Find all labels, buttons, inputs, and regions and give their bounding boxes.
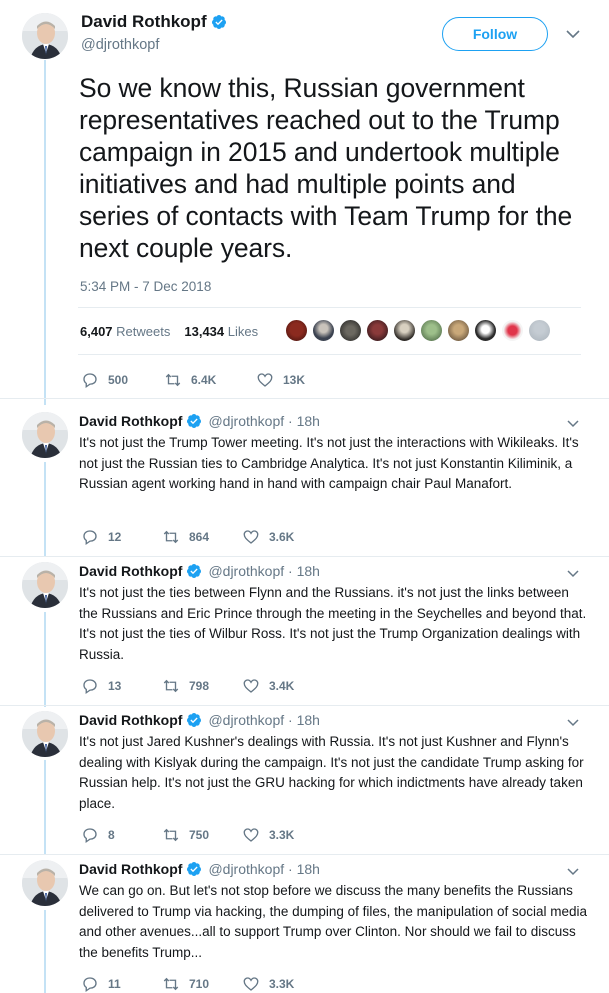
liker-avatar[interactable] bbox=[285, 319, 308, 342]
tweet-text: It's not just Jared Kushner's dealings w… bbox=[79, 734, 584, 811]
reply-icon bbox=[83, 977, 97, 993]
reply-button[interactable]: 8 bbox=[81, 826, 162, 844]
retweet-button[interactable]: 6.4K bbox=[164, 371, 256, 389]
liked-by-avatars bbox=[285, 319, 551, 342]
verified-badge-icon bbox=[187, 713, 202, 727]
reply-header: David Rothkopf @djrothkopf · 18h bbox=[79, 861, 320, 877]
chevron-down-icon[interactable] bbox=[566, 867, 580, 877]
like-icon bbox=[243, 530, 259, 544]
retweet-button[interactable]: 750 bbox=[162, 826, 242, 844]
liker-avatar[interactable] bbox=[501, 319, 524, 342]
reply-header: David Rothkopf @djrothkopf · 18h bbox=[79, 413, 320, 429]
reply-button[interactable]: 11 bbox=[81, 975, 162, 993]
reply-icon bbox=[83, 679, 97, 695]
reply-header: David Rothkopf @djrothkopf · 18h bbox=[79, 712, 320, 728]
retweets-stat[interactable]: 6,407 Retweets bbox=[80, 324, 170, 339]
tweet-actions: 12 864 3.6K bbox=[81, 528, 294, 546]
reply-icon bbox=[83, 373, 97, 389]
reply-button[interactable]: 13 bbox=[81, 677, 162, 695]
author-handle-time[interactable]: @djrothkopf · 18h bbox=[208, 563, 320, 579]
tweet-timestamp[interactable]: 5:34 PM - 7 Dec 2018 bbox=[80, 279, 211, 294]
like-button[interactable]: 3.3K bbox=[242, 975, 294, 993]
thread-line bbox=[44, 60, 46, 405]
verified-badge-icon bbox=[187, 564, 202, 578]
author-name[interactable]: David Rothkopf bbox=[79, 413, 182, 429]
author-name[interactable]: David Rothkopf bbox=[79, 861, 182, 877]
like-icon bbox=[243, 828, 259, 842]
tweet-actions: 11 710 3.3K bbox=[81, 975, 294, 993]
like-icon bbox=[257, 373, 273, 387]
verified-badge-icon bbox=[211, 15, 226, 29]
avatar[interactable] bbox=[22, 562, 68, 608]
verified-badge-icon bbox=[187, 414, 202, 428]
author-name[interactable]: David Rothkopf bbox=[79, 712, 182, 728]
liker-avatar[interactable] bbox=[312, 319, 335, 342]
thread-line bbox=[44, 462, 46, 557]
thread-line bbox=[44, 910, 46, 993]
chevron-down-icon[interactable] bbox=[566, 419, 580, 429]
reply-icon bbox=[83, 530, 97, 546]
liker-avatar[interactable] bbox=[393, 319, 416, 342]
tweet-text: It's not just the ties between Flynn and… bbox=[79, 585, 587, 662]
divider bbox=[0, 398, 609, 399]
retweet-icon bbox=[163, 977, 179, 991]
retweet-button[interactable]: 798 bbox=[162, 677, 242, 695]
divider bbox=[78, 354, 581, 355]
reply-header: David Rothkopf @djrothkopf · 18h bbox=[79, 563, 320, 579]
retweet-button[interactable]: 864 bbox=[162, 528, 242, 546]
tweet-actions: 13 798 3.4K bbox=[81, 677, 294, 695]
retweet-button[interactable]: 710 bbox=[162, 975, 242, 993]
reply-icon bbox=[83, 828, 97, 844]
liker-avatar[interactable] bbox=[447, 319, 470, 342]
chevron-down-icon[interactable] bbox=[566, 569, 580, 579]
author-handle-time[interactable]: @djrothkopf · 18h bbox=[208, 712, 320, 728]
retweet-icon bbox=[163, 828, 179, 842]
thread-line bbox=[44, 760, 46, 855]
like-button[interactable]: 13K bbox=[256, 371, 305, 389]
author-handle[interactable]: @djrothkopf bbox=[81, 37, 159, 53]
like-icon bbox=[243, 679, 259, 693]
liker-avatar[interactable] bbox=[339, 319, 362, 342]
avatar[interactable] bbox=[22, 860, 68, 906]
divider bbox=[0, 705, 609, 706]
liker-avatar[interactable] bbox=[474, 319, 497, 342]
author-handle-time[interactable]: @djrothkopf · 18h bbox=[208, 861, 320, 877]
retweet-icon bbox=[163, 530, 179, 544]
author-name[interactable]: David Rothkopf bbox=[79, 563, 182, 579]
avatar[interactable] bbox=[22, 711, 68, 757]
reply-button[interactable]: 12 bbox=[81, 528, 162, 546]
like-button[interactable]: 3.3K bbox=[242, 826, 294, 844]
tweet-text: We can go on. But let's not stop before … bbox=[79, 883, 588, 960]
like-button[interactable]: 3.6K bbox=[242, 528, 294, 546]
reply-button[interactable]: 500 bbox=[81, 371, 164, 389]
tweet-stats: 6,407 Retweets 13,434 Likes bbox=[80, 324, 258, 339]
like-icon bbox=[243, 977, 259, 991]
chevron-down-icon[interactable] bbox=[566, 718, 580, 728]
thread-line bbox=[44, 612, 46, 707]
retweet-icon bbox=[165, 373, 181, 387]
like-button[interactable]: 3.4K bbox=[242, 677, 294, 695]
author-handle-time[interactable]: @djrothkopf · 18h bbox=[208, 413, 320, 429]
liker-avatar[interactable] bbox=[528, 319, 551, 342]
divider bbox=[78, 307, 581, 308]
divider bbox=[0, 556, 609, 557]
follow-button[interactable]: Follow bbox=[442, 17, 548, 51]
liker-avatar[interactable] bbox=[366, 319, 389, 342]
author-name[interactable]: David Rothkopf bbox=[81, 12, 227, 32]
verified-badge-icon bbox=[187, 862, 202, 876]
tweet-text: So we know this, Russian government repr… bbox=[79, 73, 573, 263]
divider bbox=[0, 854, 609, 855]
chevron-down-icon[interactable] bbox=[565, 28, 581, 40]
liker-avatar[interactable] bbox=[420, 319, 443, 342]
tweet-actions: 8 750 3.3K bbox=[81, 826, 294, 844]
likes-stat[interactable]: 13,434 Likes bbox=[184, 324, 258, 339]
avatar[interactable] bbox=[22, 412, 68, 458]
tweet-actions: 500 6.4K 13K bbox=[81, 371, 305, 389]
tweet-text: It's not just the Trump Tower meeting. I… bbox=[79, 435, 579, 491]
avatar[interactable] bbox=[22, 13, 68, 59]
retweet-icon bbox=[163, 679, 179, 693]
